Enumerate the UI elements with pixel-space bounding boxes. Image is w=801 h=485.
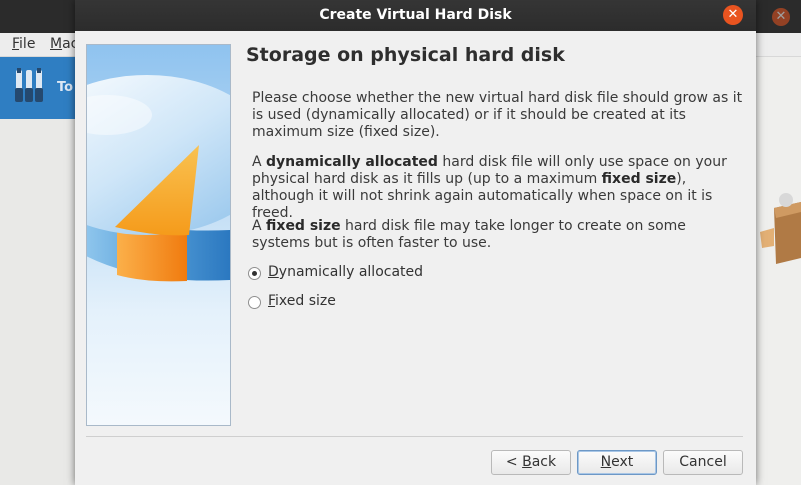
wizard-watermark [86, 44, 231, 426]
close-icon: ✕ [727, 7, 739, 22]
dialog-titlebar: Create Virtual Hard Disk ✕ [75, 0, 756, 31]
background-machine-list [0, 119, 78, 485]
description-paragraph-3: A fixed size hard disk file may take lon… [252, 218, 686, 251]
background-close-button[interactable]: ✕ [772, 8, 790, 26]
tools-label: To [57, 80, 74, 95]
menu-file[interactable]: File [12, 36, 35, 52]
description-paragraph-2: A dynamically allocated hard disk file w… [252, 154, 727, 221]
tools-button[interactable]: To [0, 57, 78, 119]
hard-disk-illustration [87, 75, 230, 282]
back-button[interactable]: < Back [491, 450, 571, 475]
button-separator [86, 436, 743, 437]
dialog-title: Create Virtual Hard Disk [319, 7, 512, 23]
tools-icon [15, 68, 43, 102]
cancel-button[interactable]: Cancel [663, 450, 743, 475]
toolbox-icon [760, 193, 801, 264]
radio-button-unchecked[interactable] [248, 296, 261, 309]
radio-button-checked[interactable] [248, 267, 261, 280]
dialog-close-button[interactable]: ✕ [723, 5, 743, 25]
next-button[interactable]: Next [577, 450, 657, 475]
page-heading: Storage on physical hard disk [246, 44, 565, 66]
radio-label-fixed-size[interactable]: Fixed size [268, 293, 336, 309]
radio-label-dynamically-allocated[interactable]: Dynamically allocated [268, 264, 423, 280]
description-paragraph-1: Please choose whether the new virtual ha… [252, 90, 743, 140]
create-virtual-hard-disk-dialog: Create Virtual Hard Disk ✕ Storage on ph… [75, 0, 756, 485]
close-icon: ✕ [775, 9, 787, 24]
